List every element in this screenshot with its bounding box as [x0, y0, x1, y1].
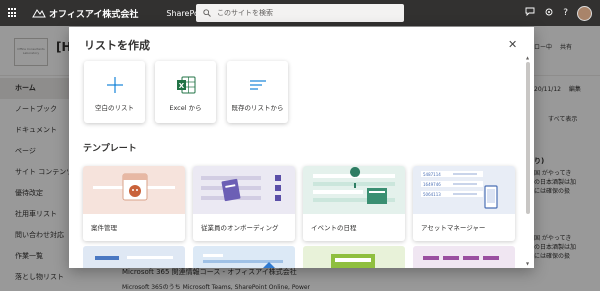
org-logo-icon — [32, 7, 46, 19]
from-existing-list-card[interactable]: 既存のリストから — [227, 61, 288, 123]
search-icon — [203, 9, 211, 17]
excel-icon: X — [155, 74, 216, 96]
issue-tracker-icon — [83, 166, 185, 214]
template-card-partial[interactable] — [413, 246, 515, 268]
card-label: Excel から — [169, 104, 202, 112]
template-asset-manager[interactable]: 5487114 1649746 5064113 アセットマネージャー — [413, 166, 515, 241]
dialog-scrollbar[interactable] — [526, 62, 530, 214]
templates-heading: テンプレート — [83, 144, 137, 154]
template-employee-onboarding[interactable]: 従業員のオンボーディング — [193, 166, 295, 241]
template-card-partial[interactable] — [303, 246, 405, 268]
chat-icon[interactable] — [525, 7, 535, 19]
help-icon[interactable]: ? — [563, 8, 568, 18]
asset-number: 5487114 — [423, 172, 441, 177]
template-event-itinerary[interactable]: イベントの日程 — [303, 166, 405, 241]
template-label: 案件管理 — [91, 224, 117, 232]
template-card-partial[interactable] — [193, 246, 295, 268]
search-placeholder: このサイトを検索 — [217, 9, 273, 17]
from-excel-card[interactable]: X Excel から — [155, 61, 216, 123]
list-icon — [227, 74, 288, 96]
onboarding-icon — [193, 166, 295, 214]
template-label: イベントの日程 — [311, 224, 357, 232]
scroll-up-icon[interactable]: ▲ — [526, 55, 529, 60]
svg-text:X: X — [178, 82, 184, 90]
blank-list-card[interactable]: 空白のリスト — [84, 61, 145, 123]
settings-icon[interactable] — [544, 7, 554, 20]
asset-number: 5064113 — [423, 192, 441, 197]
dialog-title: リストを作成 — [84, 39, 150, 52]
asset-icon: 5487114 1649746 5064113 — [413, 166, 515, 214]
template-card-partial[interactable] — [83, 246, 185, 268]
suite-icons: ? — [525, 0, 592, 26]
card-label: 既存のリストから — [231, 104, 284, 112]
scroll-down-icon[interactable]: ▼ — [526, 261, 529, 266]
org-name[interactable]: オフィスアイ株式会社 — [49, 7, 138, 20]
close-icon[interactable]: ✕ — [508, 39, 517, 50]
card-label: 空白のリスト — [95, 104, 134, 112]
asset-number: 1649746 — [423, 182, 441, 187]
template-label: 従業員のオンボーディング — [201, 224, 279, 232]
avatar[interactable] — [577, 5, 592, 21]
template-issue-tracker[interactable]: 案件管理 — [83, 166, 185, 241]
plus-icon — [84, 74, 145, 96]
create-list-dialog: リストを作成 ✕ 空白のリスト X Excel から 既存のリストから テンプレ… — [69, 27, 534, 268]
app-launcher-icon[interactable] — [8, 8, 18, 18]
template-label: アセットマネージャー — [421, 224, 486, 232]
event-icon — [303, 166, 405, 214]
search-box[interactable]: このサイトを検索 — [196, 4, 404, 22]
